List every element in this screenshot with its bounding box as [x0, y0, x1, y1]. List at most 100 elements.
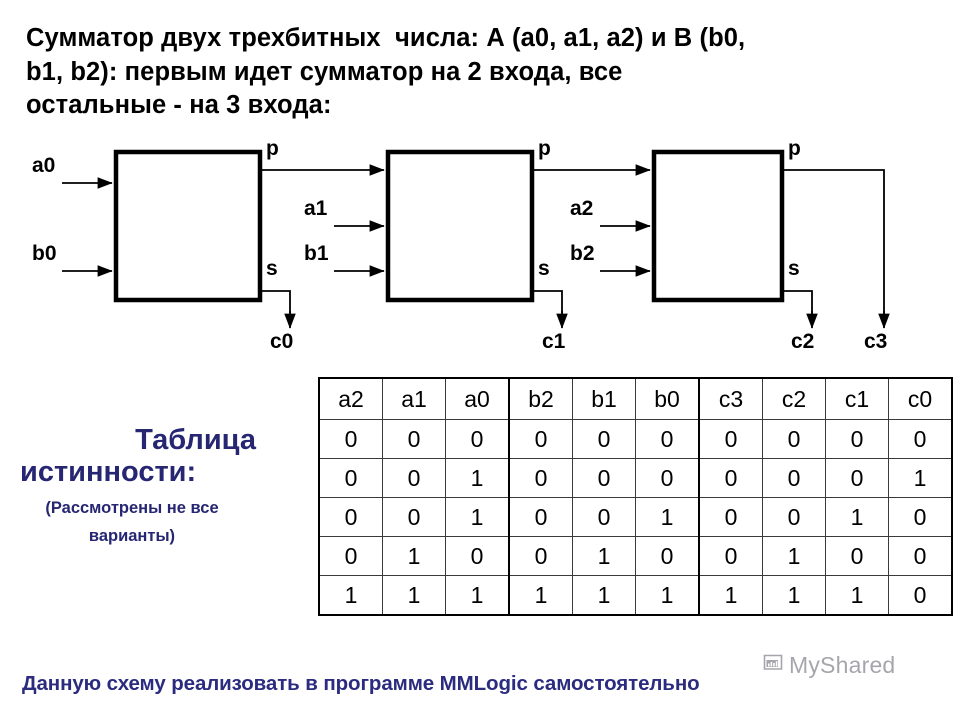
table-header-a2: a2	[318, 377, 383, 420]
label-c1: c1	[542, 330, 566, 353]
table-header-b1: b1	[572, 377, 636, 420]
cell: 0	[508, 497, 573, 537]
label-b1: b1	[304, 242, 329, 265]
label-p3: p	[788, 137, 801, 160]
cell: 1	[445, 458, 510, 498]
truth-table-caption: Таблица истинности: (Рассмотрены не все …	[8, 424, 256, 549]
cell: 0	[445, 419, 510, 459]
cell: 1	[635, 575, 700, 616]
label-a0: a0	[32, 154, 56, 177]
cell: 1	[888, 458, 953, 498]
cell: 1	[762, 536, 826, 576]
cell: 1	[825, 575, 889, 616]
slide-root: Сумматор двух трехбитных числа: А (a0, a…	[0, 0, 960, 720]
cell: 0	[318, 536, 383, 576]
table-header-c2: c2	[762, 377, 826, 420]
table-row: 0 0 1 0 0 1 0 0 1 0	[318, 497, 953, 537]
label-a1: a1	[304, 197, 328, 220]
cell: 0	[888, 419, 953, 459]
cell: 1	[762, 575, 826, 616]
cell: 0	[762, 497, 826, 537]
adder-block-3[interactable]	[651, 149, 785, 303]
cell: 0	[635, 419, 700, 459]
cell: 0	[508, 536, 573, 576]
table-row: 0 0 1 0 0 0 0 0 0 1	[318, 458, 953, 498]
table-header-c1: c1	[825, 377, 889, 420]
title-line-3: остальные - на 3 входа:	[26, 91, 332, 120]
caption-note-2: варианты)	[88, 526, 176, 545]
label-s2: s	[538, 257, 550, 280]
truth-table: a2 a1 a0 b2 b1 b0 c3 c2 c1 c0 0 0 0 0 0 …	[318, 377, 953, 616]
cell: 1	[698, 575, 763, 616]
label-c3: c3	[864, 330, 888, 353]
table-header-c0: c0	[888, 377, 953, 420]
caption-line-1: Таблица	[135, 424, 256, 456]
label-p2: p	[538, 137, 551, 160]
cell: 0	[762, 458, 826, 498]
table-row: 1 1 1 1 1 1 1 1 1 0	[318, 575, 953, 616]
adder-block-1-body[interactable]	[113, 149, 263, 303]
label-p1: p	[266, 137, 279, 160]
caption-line-2: истинности:	[20, 456, 197, 489]
cell: 1	[382, 575, 446, 616]
cell: 0	[445, 536, 510, 576]
cell: 0	[572, 497, 636, 537]
cell: 0	[318, 497, 383, 537]
cell: 1	[445, 497, 510, 537]
cell: 0	[762, 419, 826, 459]
cell: 0	[825, 458, 889, 498]
cell: 1	[572, 575, 636, 616]
label-s3: s	[788, 257, 800, 280]
label-s1: s	[266, 257, 278, 280]
cell: 0	[318, 458, 383, 498]
label-a2: a2	[570, 197, 594, 220]
cell: 0	[572, 419, 636, 459]
cell: 0	[635, 536, 700, 576]
wire-p3-to-c3	[782, 169, 885, 321]
cell: 0	[888, 575, 953, 616]
table-header-b2: b2	[508, 377, 573, 420]
adder-block-3-body[interactable]	[651, 149, 785, 303]
cell: 1	[572, 536, 636, 576]
cell: 0	[825, 419, 889, 459]
cell: 0	[698, 458, 763, 498]
adder-block-2-body[interactable]	[385, 149, 535, 303]
adder-block-1[interactable]	[113, 149, 263, 303]
cell: 0	[572, 458, 636, 498]
table-row: 0 1 0 0 1 0 0 1 0 0	[318, 536, 953, 576]
cell: 0	[698, 536, 763, 576]
cell: 1	[318, 575, 383, 616]
title-line-2: b1, b2): первым идет сумматор на 2 входа…	[26, 57, 623, 86]
wire-s3-to-c2	[782, 290, 813, 321]
label-b2: b2	[570, 242, 595, 265]
myshared-watermark: MyShared	[762, 652, 895, 679]
cell: 1	[635, 497, 700, 537]
label-c0: c0	[270, 330, 294, 353]
table-header-c3: c3	[698, 377, 763, 420]
adder-block-2[interactable]	[385, 149, 535, 303]
cell: 0	[508, 419, 573, 459]
table-header-b0: b0	[635, 377, 700, 420]
label-c2: c2	[791, 330, 815, 353]
cell: 0	[382, 497, 446, 537]
table-row: 0 0 0 0 0 0 0 0 0 0	[318, 419, 953, 459]
cell: 0	[318, 419, 383, 459]
cell: 1	[382, 536, 446, 576]
wire-s2-to-c1	[532, 290, 563, 321]
cell: 1	[508, 575, 573, 616]
cell: 0	[825, 536, 889, 576]
cell: 0	[382, 458, 446, 498]
presentation-icon	[762, 653, 784, 678]
table-header-row: a2 a1 a0 b2 b1 b0 c3 c2 c1 c0	[318, 377, 953, 420]
cell: 1	[825, 497, 889, 537]
table-header-a0: a0	[445, 377, 510, 420]
cell: 0	[888, 497, 953, 537]
cell: 0	[382, 419, 446, 459]
cell: 0	[888, 536, 953, 576]
cell: 1	[445, 575, 510, 616]
page-title: Сумматор двух трехбитных числа: А (a0, a…	[26, 22, 916, 123]
cell: 0	[698, 419, 763, 459]
wire-s1-to-c0	[260, 290, 291, 321]
table-header-a1: a1	[382, 377, 446, 420]
label-b0: b0	[32, 242, 57, 265]
